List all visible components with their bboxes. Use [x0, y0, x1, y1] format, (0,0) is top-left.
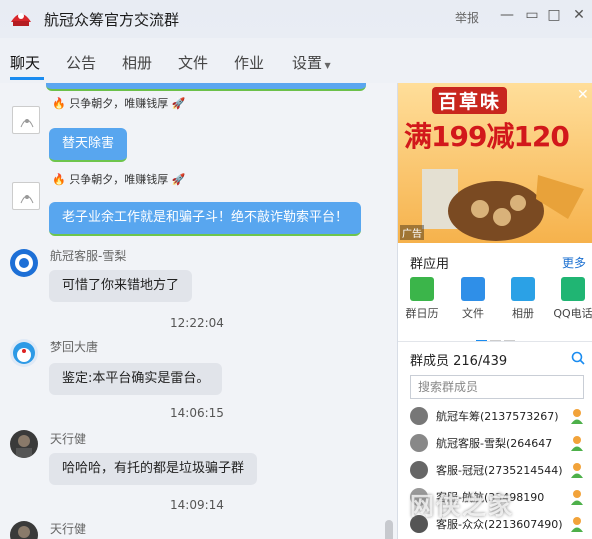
sender-name[interactable]: 天行健: [50, 520, 86, 537]
restore-icon[interactable]: ▭: [524, 7, 540, 23]
ad-label: 广告: [400, 225, 424, 240]
calendar-icon: [410, 277, 434, 301]
photo-icon: [511, 277, 535, 301]
avatar: [410, 434, 428, 452]
group-logo-icon: [11, 13, 31, 26]
app-file[interactable]: 文件: [453, 277, 493, 321]
rocket-icon: 🚀: [171, 97, 186, 110]
report-button[interactable]: 举报: [455, 9, 479, 26]
tab-homework[interactable]: 作业: [234, 52, 264, 73]
phone-icon: [561, 277, 585, 301]
avatar[interactable]: [12, 182, 40, 210]
avatar[interactable]: [10, 430, 38, 458]
message-bubble[interactable]: 老子业余工作就是和骗子斗！绝不敲诈勒索平台！: [49, 202, 362, 236]
admin-icon: [571, 463, 583, 478]
sender-name[interactable]: 天行健: [50, 430, 86, 447]
ad-banner[interactable]: 百草味 满199减120 ✕ 广告: [398, 83, 592, 243]
fire-icon: 🔥: [52, 97, 66, 110]
tab-settings-label: 设置: [292, 54, 323, 72]
right-panel: 百草味 满199减120 ✕ 广告 群应用 更多 群日历 文件 相册 QQ电话 …: [397, 83, 592, 539]
app-label: 相册: [512, 307, 534, 320]
owner-icon: [571, 409, 583, 424]
timestamp: 12:22:04: [170, 316, 224, 330]
tab-settings[interactable]: 设置 ▼: [292, 52, 331, 73]
admin-icon: [571, 517, 583, 532]
window-title: 航冠众筹官方交流群: [44, 11, 180, 29]
file-icon: [461, 277, 485, 301]
member-row[interactable]: 航冠客服-雪梨(264647: [398, 432, 592, 456]
ad-brand: 百草味: [432, 87, 508, 114]
member-name: 航冠客服-雪梨(264647: [436, 437, 553, 450]
message-bubble[interactable]: 可惜了你来错地方了: [49, 270, 193, 302]
watermark: 网侠之家: [410, 492, 514, 520]
avatar[interactable]: [10, 339, 38, 367]
admin-icon: [571, 436, 583, 451]
avatar: [410, 461, 428, 479]
message-bubble[interactable]: 替天除害: [49, 128, 128, 162]
avatar[interactable]: [12, 106, 40, 134]
snack-image: [422, 169, 584, 241]
avatar-icon: [20, 119, 34, 128]
group-apps-title: 群应用: [410, 257, 450, 272]
active-tab-indicator: [10, 77, 44, 80]
chat-scrollbar[interactable]: [385, 520, 393, 539]
avatar[interactable]: [10, 249, 38, 277]
ad-close-icon[interactable]: ✕: [577, 87, 589, 103]
admin-icon: [571, 490, 583, 505]
member-tag-text: 只争朝夕，唯赚钱厚: [69, 173, 169, 186]
search-icon[interactable]: [571, 351, 585, 365]
maximize-icon[interactable]: □: [546, 7, 562, 23]
chat-area[interactable]: 🔥 只争朝夕，唯赚钱厚 🚀 替天除害 🔥 只争朝夕，唯赚钱厚 🚀 老子业余工作就…: [0, 83, 397, 539]
avatar-icon: [20, 195, 34, 204]
avatar-icon: [18, 526, 30, 538]
tab-chat[interactable]: 聊天: [10, 52, 40, 73]
message-bubble[interactable]: 哈哈哈，有托的都是垃圾骗子群: [49, 453, 258, 485]
tab-bar: 聊天 公告 相册 文件 作业 设置 ▼: [0, 38, 592, 83]
member-name: 客服-冠冠(2735214544): [436, 464, 563, 477]
member-tag: 🔥 只争朝夕，唯赚钱厚 🚀: [52, 171, 185, 187]
avatar-icon: [16, 435, 32, 458]
tab-notice[interactable]: 公告: [66, 52, 96, 73]
minimize-icon[interactable]: —: [499, 7, 515, 23]
member-search-input[interactable]: 搜索群成员: [410, 375, 584, 399]
avatar[interactable]: [10, 521, 38, 539]
member-tag-text: 只争朝夕，唯赚钱厚: [69, 97, 169, 110]
app-qq-call[interactable]: QQ电话: [553, 277, 592, 321]
title-bar: 航冠众筹官方交流群 举报 — ▭ □ ✕: [0, 0, 592, 38]
tab-files[interactable]: 文件: [178, 52, 208, 73]
sender-name[interactable]: 梦回大唐: [50, 338, 98, 355]
rocket-icon: 🚀: [171, 173, 186, 186]
close-icon[interactable]: ✕: [571, 7, 587, 23]
section-divider: [398, 341, 592, 342]
member-row[interactable]: 客服-冠冠(2735214544): [398, 459, 592, 483]
more-apps-link[interactable]: 更多: [562, 254, 586, 271]
chevron-down-icon: ▼: [322, 61, 331, 70]
member-name: 航冠车筹(2137573267): [436, 410, 559, 423]
app-label: 群日历: [405, 307, 439, 320]
message-bubble-partial: [46, 83, 366, 91]
app-label: QQ电话: [553, 307, 592, 320]
member-row[interactable]: 航冠车筹(2137573267): [398, 405, 592, 429]
app-album[interactable]: 相册: [503, 277, 543, 321]
member-tag: 🔥 只争朝夕，唯赚钱厚 🚀: [52, 95, 185, 111]
avatar: [410, 407, 428, 425]
timestamp: 14:09:14: [170, 498, 224, 512]
app-label: 文件: [462, 307, 484, 320]
doraemon-icon: [13, 342, 35, 364]
tab-album[interactable]: 相册: [122, 52, 152, 73]
sender-name[interactable]: 航冠客服-雪梨: [50, 247, 126, 264]
timestamp: 14:06:15: [170, 406, 224, 420]
group-chat-window: 航冠众筹官方交流群 举报 — ▭ □ ✕ 聊天 公告 相册 文件 作业 设置 ▼…: [0, 0, 592, 539]
app-calendar[interactable]: 群日历: [402, 277, 442, 321]
fire-icon: 🔥: [52, 173, 66, 186]
message-bubble[interactable]: 鉴定:本平台确实是雷台。: [49, 363, 223, 395]
avatar-icon: [15, 254, 33, 272]
ad-promo-text: 满199减120: [404, 120, 570, 153]
page-indicator: [476, 331, 518, 345]
members-title: 群成员 216/439: [410, 354, 508, 369]
